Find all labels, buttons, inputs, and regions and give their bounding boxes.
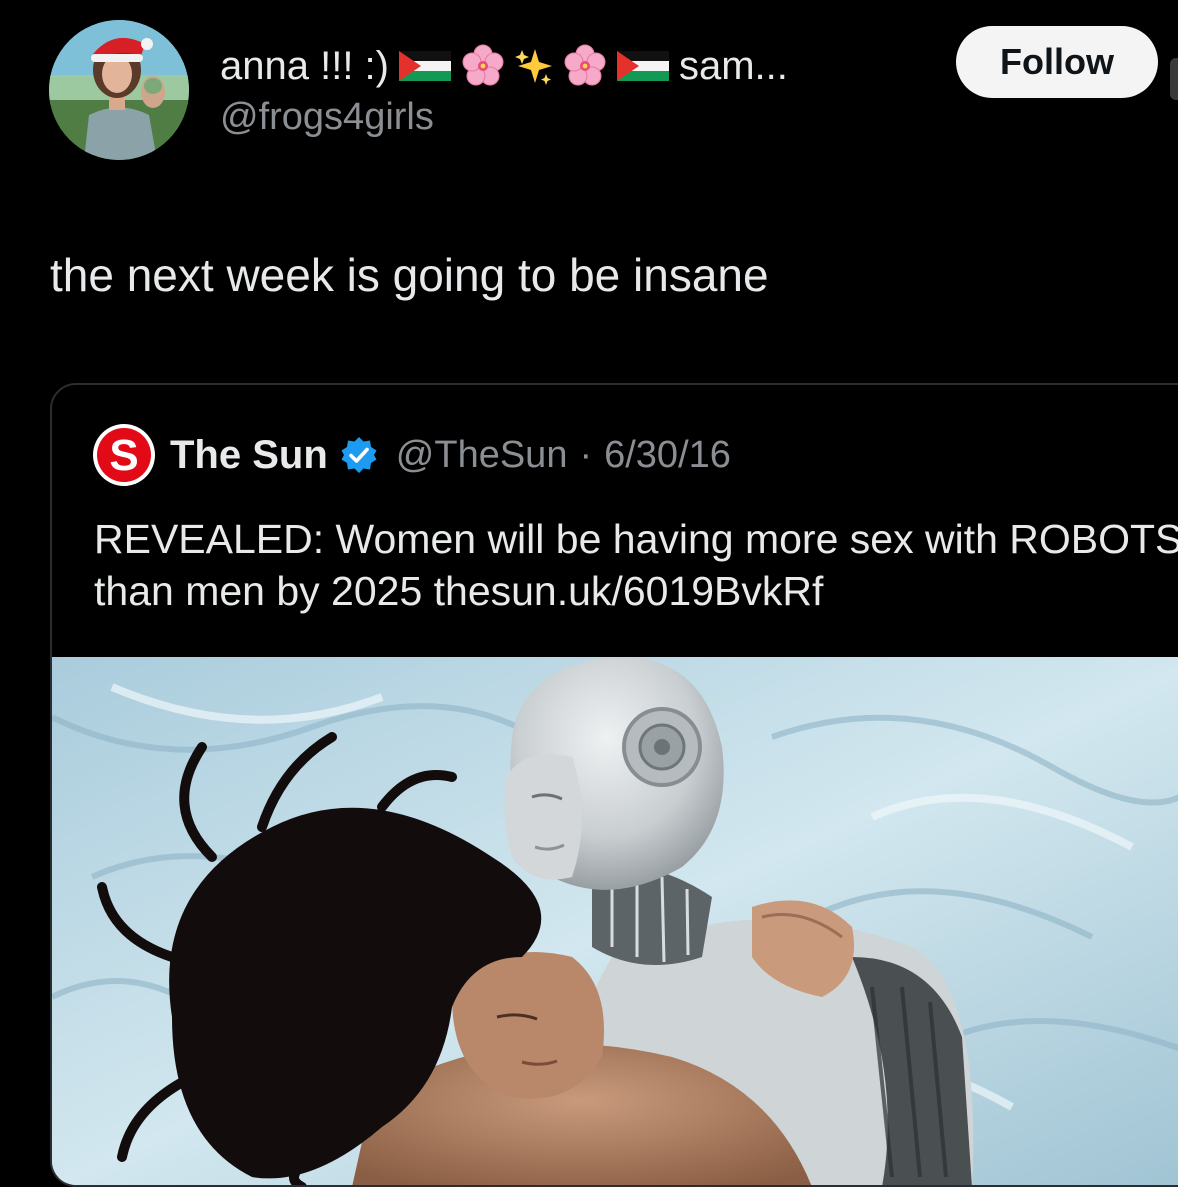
quoted-separator: · (579, 433, 593, 476)
cherry-blossom-icon (564, 44, 606, 86)
author-handle[interactable]: @frogs4girls (220, 96, 434, 139)
quoted-post-card[interactable]: S The Sun @TheSun · 6/30/16 REVEALED: Wo… (50, 383, 1178, 1187)
quoted-post-text: REVEALED: Women will be having more sex … (94, 516, 1178, 614)
author-display-name-tail[interactable]: sam... (679, 44, 788, 89)
quoted-photo (52, 657, 1178, 1185)
verified-badge-icon (341, 437, 377, 473)
quoted-post-header: S The Sun @TheSun · 6/30/16 (92, 424, 731, 486)
scrollbar-edge[interactable] (1170, 58, 1178, 100)
follow-button[interactable]: Follow (956, 26, 1158, 98)
sparkles-icon (514, 49, 552, 85)
author-name-row[interactable]: anna !!! :) sam... (220, 36, 788, 96)
author-display-name[interactable]: anna !!! :) (220, 44, 389, 89)
post-text: the next week is going to be insane (50, 249, 769, 301)
palestine-flag-icon (398, 51, 451, 81)
quoted-author-handle[interactable]: @TheSun (396, 434, 568, 477)
svg-text:S: S (109, 431, 138, 480)
cherry-blossom-icon (462, 44, 504, 86)
quoted-post-image[interactable] (52, 657, 1178, 1185)
quoted-author-name[interactable]: The Sun (170, 433, 328, 478)
palestine-flag-icon (616, 51, 669, 81)
avatar[interactable] (49, 20, 189, 160)
the-sun-logo-icon: S (93, 424, 155, 486)
avatar-photo (49, 20, 189, 160)
quoted-date[interactable]: 6/30/16 (604, 434, 731, 477)
